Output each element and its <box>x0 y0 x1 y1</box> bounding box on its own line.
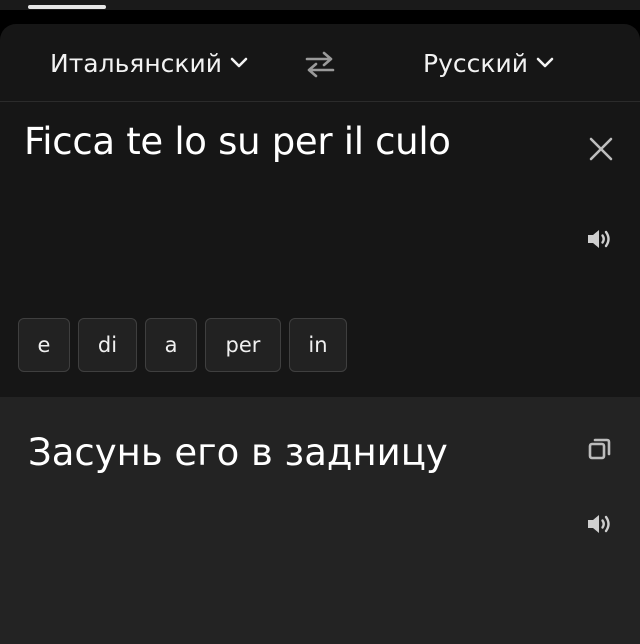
suggestion-chip[interactable]: in <box>289 318 347 372</box>
speaker-icon <box>588 515 610 533</box>
source-language-label: Итальянский <box>50 48 223 78</box>
suggestion-chip[interactable]: a <box>145 318 197 372</box>
clear-button[interactable] <box>584 132 618 166</box>
swap-languages-icon <box>305 51 335 78</box>
listen-translation-button[interactable] <box>583 509 617 539</box>
suggestion-chip[interactable]: e <box>18 318 70 372</box>
suggestion-chip[interactable]: per <box>205 318 281 372</box>
translation-text: Засунь его в задницу <box>28 431 448 474</box>
top-strip <box>0 0 640 10</box>
tab-indicator <box>28 5 106 9</box>
speaker-icon <box>588 230 610 248</box>
copy-icon <box>588 438 611 460</box>
word-suggestions: e di a per in <box>18 318 347 372</box>
source-input-area[interactable]: Ficca te lo su per il culo e di a per in <box>0 102 640 397</box>
copy-button[interactable] <box>584 433 616 465</box>
language-bar: Итальянский Русский <box>0 24 640 102</box>
chevron-down-icon <box>536 57 554 68</box>
chevron-down-icon <box>230 57 248 68</box>
close-icon <box>589 137 613 161</box>
suggestion-chip[interactable]: di <box>78 318 137 372</box>
target-language-selector[interactable]: Русский <box>423 44 554 82</box>
swap-languages-button[interactable] <box>300 46 340 82</box>
target-language-label: Русский <box>423 48 528 78</box>
source-language-selector[interactable]: Итальянский <box>50 44 248 82</box>
listen-source-button[interactable] <box>583 224 617 254</box>
translator-panel: Итальянский Русский Ficca te lo su per i… <box>0 24 640 644</box>
source-text[interactable]: Ficca te lo su per il culo <box>24 120 451 163</box>
translation-result-area: Засунь его в задницу <box>0 397 640 644</box>
